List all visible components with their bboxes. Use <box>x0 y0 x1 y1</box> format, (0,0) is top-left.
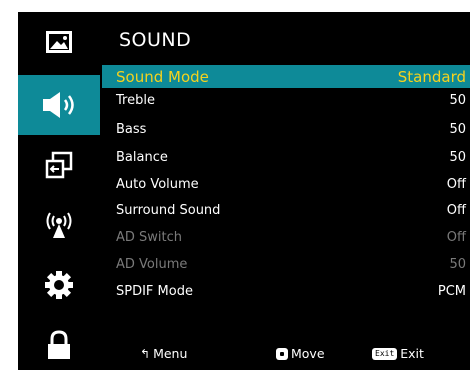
sidebar-item-input[interactable] <box>18 135 100 195</box>
menu-item-value: 50 <box>449 93 466 108</box>
hint-menu-label: Menu <box>153 346 188 361</box>
menu-item-auto-volume[interactable]: Auto Volume Off <box>102 173 470 196</box>
picture-icon <box>46 31 72 53</box>
source-input-icon <box>45 151 73 179</box>
menu-item-label: Balance <box>116 150 168 165</box>
menu-item-value: 50 <box>449 150 466 165</box>
gear-icon <box>45 271 73 299</box>
dpad-icon <box>276 347 288 360</box>
osd-panel: SOUND Sound Mode Standard Treble 50 Bass… <box>18 12 470 370</box>
menu-item-label: Auto Volume <box>116 177 199 192</box>
menu-item-label: Treble <box>116 93 155 108</box>
menu-item-label: AD Volume <box>116 257 188 272</box>
menu-item-ad-switch: AD Switch Off <box>102 226 470 249</box>
menu-item-label: AD Switch <box>116 230 183 245</box>
lock-icon <box>48 330 70 359</box>
hint-exit-label: Exit <box>400 346 424 361</box>
menu-item-balance[interactable]: Balance 50 <box>102 146 470 169</box>
menu-item-value: 50 <box>449 257 466 272</box>
hint-menu: ↰ Menu <box>140 346 187 361</box>
menu-item-value: 50 <box>449 122 466 137</box>
speaker-icon <box>43 92 74 118</box>
menu-item-bass[interactable]: Bass 50 <box>102 118 470 141</box>
hint-exit: Exit Exit <box>372 346 424 361</box>
menu-item-label: Sound Mode <box>116 67 209 86</box>
back-arrow-icon: ↰ <box>140 346 151 361</box>
menu-item-value: Off <box>446 230 466 245</box>
hint-move: Move <box>276 346 325 361</box>
menu-item-spdif-mode[interactable]: SPDIF Mode PCM <box>102 280 470 303</box>
menu-item-label: SPDIF Mode <box>116 284 193 299</box>
sidebar-item-sound[interactable] <box>18 75 100 135</box>
menu-item-label: Surround Sound <box>116 203 221 218</box>
sidebar-item-lock[interactable] <box>18 315 100 370</box>
sidebar-item-settings[interactable] <box>18 255 100 315</box>
broadcast-icon <box>46 212 72 238</box>
sidebar <box>18 12 100 370</box>
menu-item-ad-volume: AD Volume 50 <box>102 253 470 276</box>
sidebar-item-channel[interactable] <box>18 195 100 255</box>
menu-item-label: Bass <box>116 122 147 137</box>
footer-hints: ↰ Menu Move Exit Exit <box>100 346 470 366</box>
menu-item-value: Off <box>446 177 466 192</box>
menu-item-value: Standard <box>397 67 466 86</box>
menu-item-value: PCM <box>437 284 466 299</box>
sound-menu: SOUND Sound Mode Standard Treble 50 Bass… <box>100 12 470 370</box>
menu-item-treble[interactable]: Treble 50 <box>102 89 470 112</box>
page-title: SOUND <box>119 29 192 51</box>
menu-item-surround-sound[interactable]: Surround Sound Off <box>102 199 470 222</box>
sidebar-item-picture[interactable] <box>18 12 100 72</box>
menu-item-sound-mode[interactable]: Sound Mode Standard <box>102 65 470 88</box>
hint-move-label: Move <box>291 346 325 361</box>
exit-key-icon: Exit <box>372 347 398 360</box>
menu-item-value: Off <box>446 203 466 218</box>
